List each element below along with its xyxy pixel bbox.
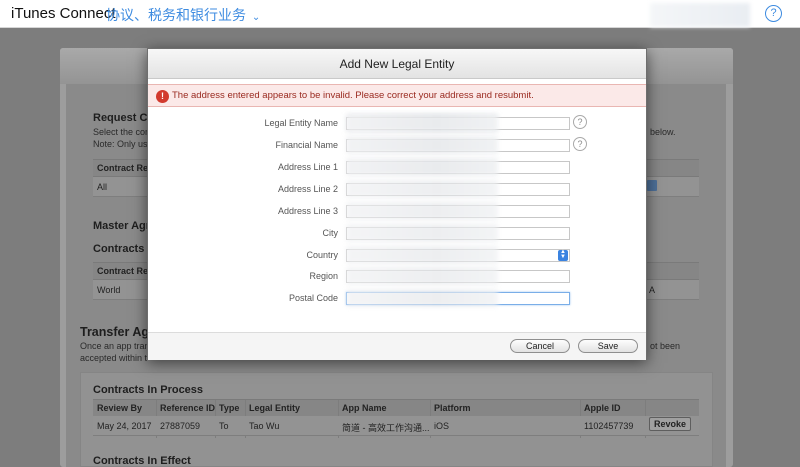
redacted-value (346, 180, 498, 198)
type-cell: To (219, 421, 229, 431)
dialog-title: Add New Legal Entity (148, 49, 646, 79)
legal-entity-name-info-icon[interactable]: ? (573, 115, 587, 129)
help-icon[interactable]: ? (765, 5, 782, 22)
error-message: The address entered appears to be invali… (172, 90, 534, 101)
world-value: World (97, 285, 121, 295)
header-platform: Platform (434, 403, 471, 413)
redacted-value (346, 136, 498, 154)
address-line-3-row: Address Line 3 (148, 202, 646, 221)
contracts-in-process-title: Contracts In Process (93, 384, 204, 396)
city-row: City (148, 224, 646, 243)
platform-cell: iOS (434, 421, 450, 431)
country-label: Country (306, 250, 338, 260)
top-bar: iTunes Connect 协议、税务和银行业务 ⌄ ? (0, 0, 800, 28)
cancel-button[interactable]: Cancel (510, 339, 570, 353)
account-name-redacted[interactable] (650, 3, 750, 27)
revoke-button[interactable]: Revoke (649, 417, 691, 431)
header-apple-id: Apple ID (584, 403, 621, 413)
header-type: Type (219, 403, 240, 413)
transfer-description-line-1: Once an app trans (80, 341, 155, 351)
contract-region-value: All (97, 182, 108, 192)
header-legal-entity: Legal Entity (249, 403, 301, 413)
app-name-cell: 简道 - 高效工作沟通... (342, 423, 430, 433)
address-line-1-row: Address Line 1 (148, 158, 646, 177)
financial-name-info-icon[interactable]: ? (573, 137, 587, 151)
review-by-cell: May 24, 2017 (97, 421, 152, 431)
postal-code-row: Postal Code (148, 289, 646, 308)
legal-entity-name-row: Legal Entity Name ? (148, 114, 646, 133)
header-reference-id: Reference ID (160, 403, 216, 413)
redacted-value (346, 246, 498, 264)
request-contracts-title: Request Co (93, 112, 155, 124)
select-arrows-icon: ▲ ▼ (558, 249, 568, 261)
error-icon: ! (156, 90, 169, 103)
reference-id-cell: 27887059 (160, 421, 201, 431)
postal-code-label: Postal Code (288, 293, 338, 303)
legal-entity-cell: Tao Wu (249, 421, 280, 431)
brand-title[interactable]: iTunes Connect (11, 5, 116, 22)
financial-name-label: Financial Name (275, 140, 338, 150)
header-app-name: App Name (342, 403, 387, 413)
table-row: May 24, 2017 27887059 To Tao Wu 简道 - 高效工… (93, 416, 699, 436)
transfer-agreements-title: Transfer Agr (80, 325, 154, 339)
redacted-value (346, 267, 498, 285)
request-description-line-1: Select the con (93, 127, 151, 137)
transfer-description-tail: ot been (650, 341, 681, 351)
section-menu-label: 协议、税务和银行业务 (106, 7, 246, 23)
redacted-value (346, 202, 498, 220)
a-value: A (649, 285, 656, 295)
apple-id-cell: 1102457739 (584, 421, 634, 431)
financial-name-row: Financial Name ? (148, 136, 646, 155)
region-row: Region (148, 267, 646, 286)
legal-entity-name-label: Legal Entity Name (264, 118, 338, 128)
error-banner: ! The address entered appears to be inva… (148, 84, 646, 107)
request-button-edge[interactable] (647, 180, 657, 191)
region-label: Region (309, 271, 338, 281)
process-table-header: Review By Reference ID Type Legal Entity… (93, 399, 699, 438)
dialog-footer: Cancel Save (148, 332, 646, 360)
redacted-value (346, 158, 498, 176)
city-label: City (322, 228, 339, 238)
request-description-tail: below. (650, 127, 676, 137)
chevron-down-icon: ⌄ (251, 12, 261, 23)
save-button[interactable]: Save (578, 339, 638, 353)
transfer-description-line-2: accepted within t (80, 353, 148, 363)
address-line-1-label: Address Line 1 (277, 162, 338, 172)
add-legal-entity-dialog: Add New Legal Entity ! The address enter… (147, 48, 647, 360)
address-line-3-label: Address Line 3 (277, 206, 338, 216)
header-review-by: Review By (97, 403, 143, 413)
section-menu[interactable]: 协议、税务和银行业务 ⌄ (106, 5, 260, 25)
address-line-2-label: Address Line 2 (277, 184, 338, 194)
redacted-value (346, 289, 498, 307)
country-row: Country ▲ ▼ (148, 246, 646, 265)
redacted-value (346, 224, 498, 242)
address-line-2-row: Address Line 2 (148, 180, 646, 199)
request-description-line-2: Note: Only use (93, 139, 153, 149)
contracts-in-effect-title: Contracts In Effect (93, 455, 191, 467)
